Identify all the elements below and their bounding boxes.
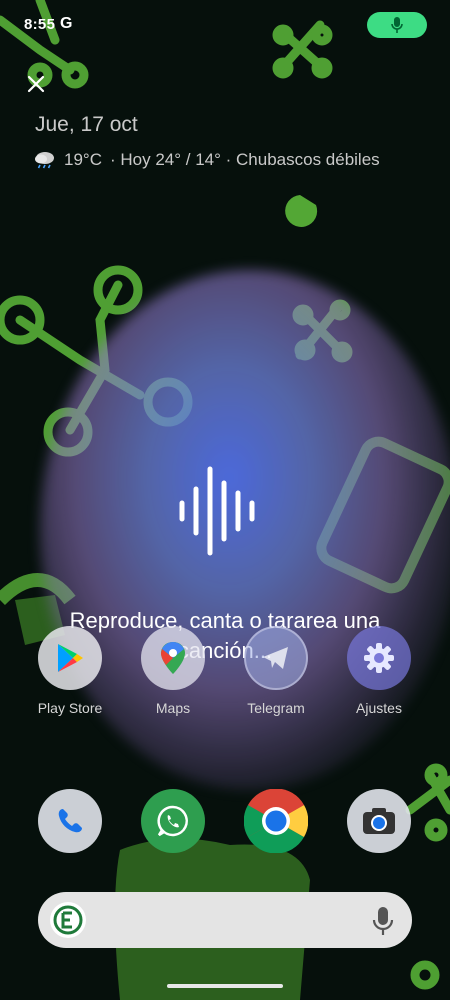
dock-phone[interactable]	[25, 789, 115, 853]
audio-wave-icon	[179, 466, 255, 556]
mic-icon	[391, 17, 403, 33]
google-icon[interactable]	[50, 902, 86, 938]
dock-camera[interactable]	[334, 789, 424, 853]
dock-whatsapp[interactable]	[128, 789, 218, 853]
google-g-icon: G	[60, 15, 73, 32]
weather-temperature: 19°C	[64, 150, 102, 169]
app-label: Maps	[155, 700, 191, 716]
glance-weather[interactable]: 19°C · Hoy 24° / 14° · Chubascos débiles	[34, 150, 380, 170]
whatsapp-icon	[157, 805, 188, 837]
dock-chrome[interactable]	[231, 789, 321, 853]
close-button[interactable]	[22, 70, 50, 98]
gesture-nav-bar[interactable]	[167, 984, 283, 988]
weather-forecast: · Hoy 24° / 14° · Chubascos débiles	[109, 150, 380, 169]
glance-date[interactable]: Jue, 17 oct	[35, 113, 138, 137]
app-label: Ajustes	[356, 700, 402, 716]
app-label: Telegram	[247, 700, 305, 716]
maps-icon	[161, 642, 185, 674]
chrome-icon	[244, 789, 308, 853]
camera-icon	[363, 808, 395, 834]
app-ajustes[interactable]: Ajustes	[334, 626, 424, 716]
mic-in-use-indicator[interactable]	[367, 12, 427, 38]
status-bar: 8:55 G	[0, 0, 450, 50]
google-search-bar[interactable]	[38, 892, 412, 948]
mic-icon[interactable]	[372, 906, 394, 936]
close-icon	[27, 75, 45, 93]
phone-icon	[58, 809, 82, 833]
app-play-store[interactable]: Play Store	[25, 626, 115, 716]
play-store-icon	[58, 644, 83, 672]
settings-gear-icon	[364, 643, 394, 673]
status-time: 8:55	[24, 16, 56, 33]
cloud-rain-icon	[35, 152, 54, 169]
app-label: Play Store	[37, 700, 103, 716]
telegram-icon	[263, 647, 288, 669]
app-maps[interactable]: Maps	[128, 626, 218, 716]
app-telegram[interactable]: Telegram	[231, 626, 321, 716]
